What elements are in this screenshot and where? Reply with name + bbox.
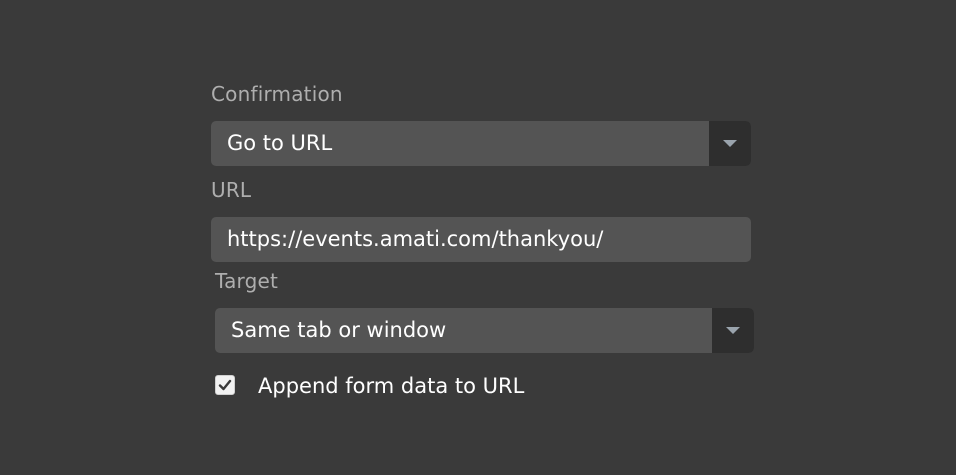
append-form-data-checkbox[interactable] xyxy=(215,375,235,395)
chevron-down-icon[interactable] xyxy=(712,308,754,353)
target-select-value: Same tab or window xyxy=(231,318,447,342)
target-select[interactable]: Same tab or window xyxy=(215,308,754,353)
target-label: Target xyxy=(215,269,279,293)
append-form-data-label[interactable]: Append form data to URL xyxy=(258,373,524,399)
confirmation-select-value: Go to URL xyxy=(227,131,333,155)
chevron-down-icon[interactable] xyxy=(709,121,751,166)
confirmation-settings-panel: Confirmation Go to URL URL Target Same t… xyxy=(0,0,956,475)
url-label: URL xyxy=(211,178,252,202)
checkmark-icon xyxy=(218,379,232,391)
url-input[interactable] xyxy=(211,217,751,262)
confirmation-label: Confirmation xyxy=(211,82,343,106)
confirmation-select[interactable]: Go to URL xyxy=(211,121,751,166)
